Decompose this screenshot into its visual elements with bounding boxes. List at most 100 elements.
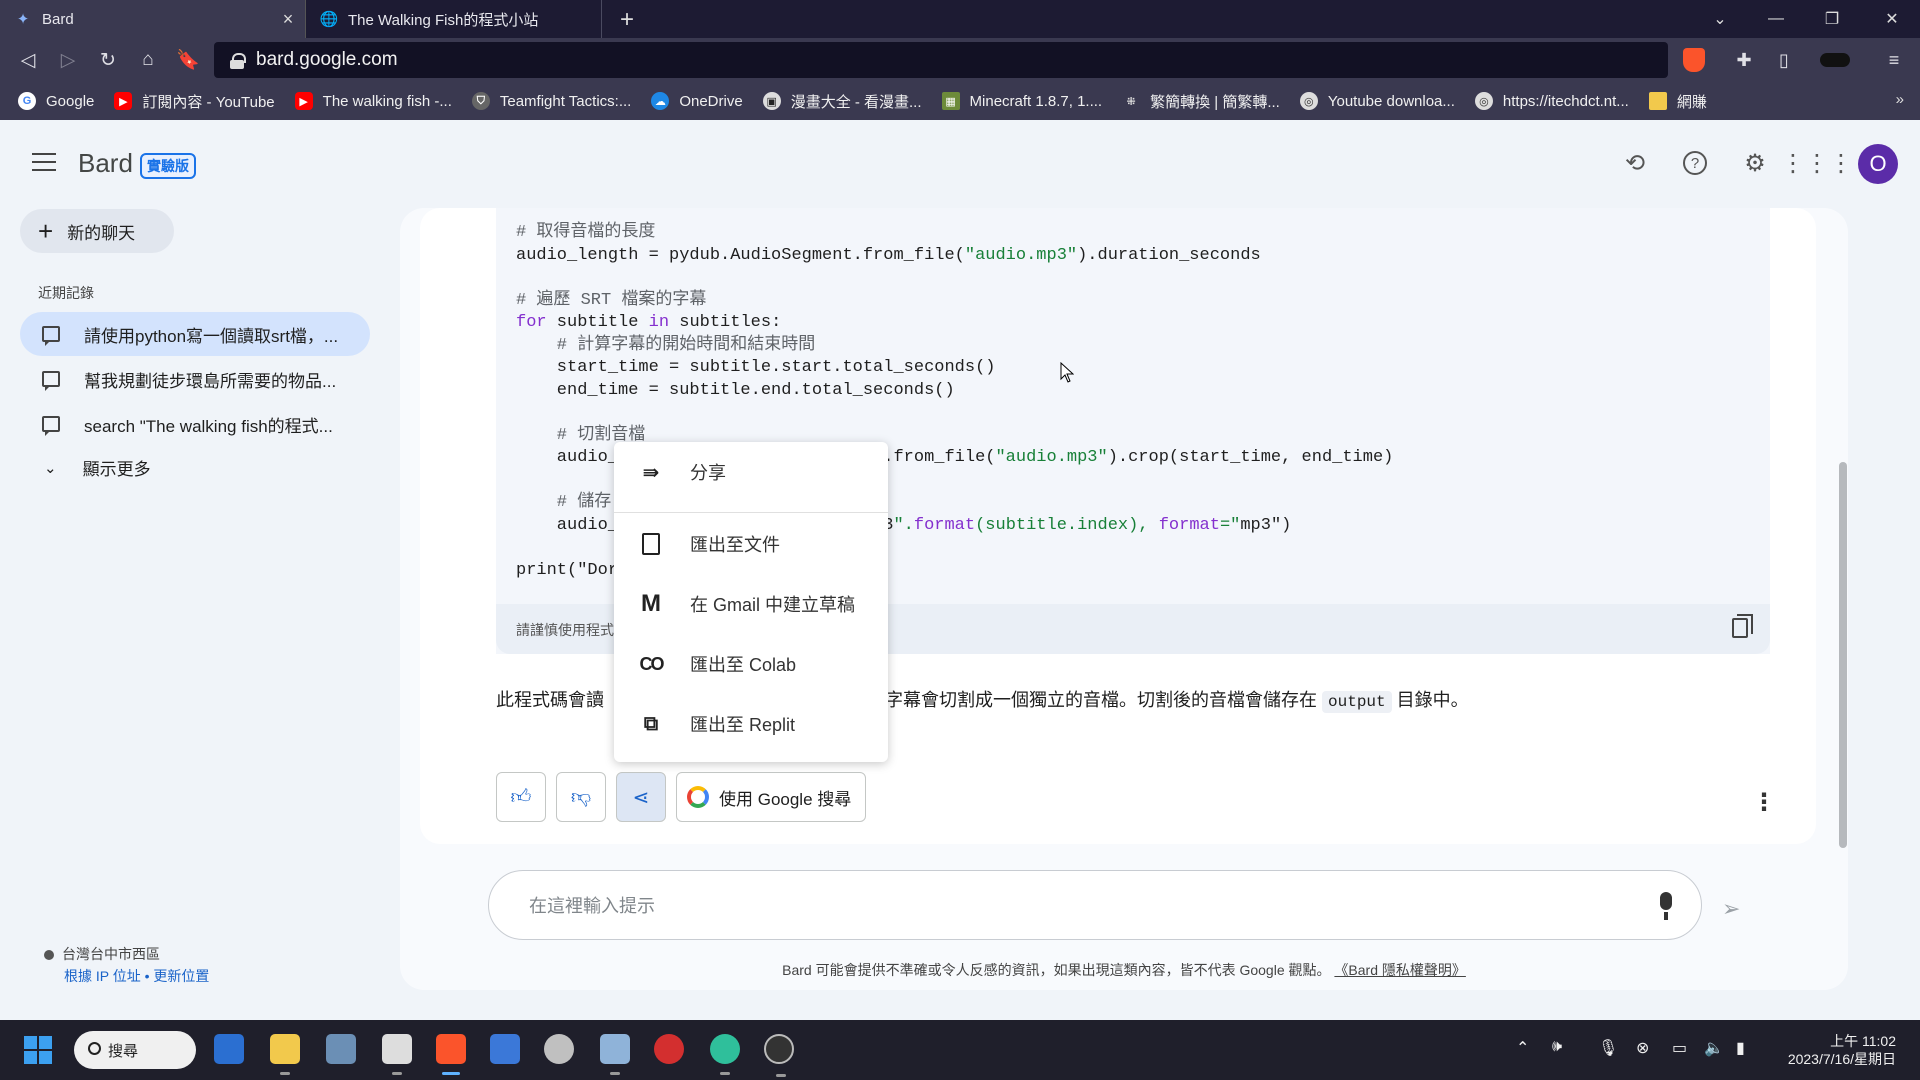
store-app-icon[interactable] — [214, 1034, 244, 1064]
calculator-icon[interactable] — [326, 1034, 356, 1064]
menu-item-gmail-draft[interactable]: M 在 Gmail 中建立草稿 — [614, 574, 888, 634]
send-icon[interactable]: ➢ — [1722, 896, 1740, 922]
bookmark-folder[interactable]: 網賺 — [1648, 91, 1707, 112]
show-more-button[interactable]: ⌄ 顯示更多 — [44, 455, 151, 480]
chat-icon — [42, 371, 60, 391]
help-icon[interactable]: ? — [1680, 148, 1710, 178]
bookmark-icon[interactable]: 🔖 — [168, 48, 208, 72]
menu-item-share[interactable]: ⇛ 分享 — [614, 442, 888, 502]
location-links[interactable]: 根據 IP 位址 • 更新位置 — [64, 965, 209, 987]
share-button[interactable]: ⋖ — [616, 772, 666, 822]
bookmark-label: The walking fish -... — [322, 92, 452, 110]
close-tab-icon[interactable]: × — [277, 9, 299, 30]
bookmark-label: OneDrive — [679, 92, 743, 110]
menu-item-export-colab[interactable]: CO 匯出至 Colab — [614, 634, 888, 694]
menu-item-export-replit[interactable]: ⧉ 匯出至 Replit — [614, 694, 888, 754]
history-item-label: search "The walking fish的程式... — [84, 416, 333, 436]
manga-icon: ▣ — [762, 92, 781, 110]
share-menu: ⇛ 分享 匯出至文件 M 在 Gmail 中建立草稿 CO 匯出至 Colab … — [614, 442, 888, 762]
bookmark-youtube-subs[interactable]: ▶ 訂閱內容 - YouTube — [114, 91, 275, 112]
history-icon[interactable]: ⟲ — [1620, 148, 1650, 178]
globe-icon: ◎ — [1299, 92, 1318, 110]
system-clock[interactable]: 上午 11:02 2023/7/16/星期日 — [1776, 1032, 1896, 1068]
new-tab-icon[interactable]: + — [620, 6, 634, 34]
browser-menu-icon[interactable]: ≡ — [1876, 38, 1912, 82]
sidebar-toggle-icon[interactable]: ▯ — [1766, 38, 1802, 82]
recorder-icon[interactable] — [710, 1034, 740, 1075]
tab-list-chevron-icon[interactable]: ⌄ — [1692, 0, 1748, 38]
history-item-srt[interactable]: 請使用python寫一個讀取srt檔，... — [20, 312, 370, 356]
tab-bard[interactable]: ✦ Bard × — [0, 0, 306, 38]
bookmark-label: Teamfight Tactics:... — [499, 92, 632, 110]
more-options-icon[interactable]: ⋮ — [1752, 788, 1776, 817]
avatar[interactable]: O — [1858, 144, 1898, 184]
bookmark-itechdct[interactable]: ◎ https://itechdct.nt... — [1474, 92, 1629, 110]
microphone-icon[interactable] — [1654, 892, 1678, 920]
network-icon[interactable]: ▭ — [1672, 1038, 1687, 1058]
scrollbar[interactable] — [1839, 462, 1847, 848]
reload-icon[interactable]: ↻ — [88, 49, 128, 72]
bookmark-label: https://itechdct.nt... — [1502, 92, 1629, 110]
notepad-icon[interactable] — [490, 1034, 520, 1064]
restore-icon[interactable]: ❐ — [1804, 0, 1860, 38]
thumbs-up-icon: 👍︎ — [510, 786, 532, 808]
microphone-tray-icon[interactable]: 🎙 — [1598, 1038, 1618, 1058]
shield-icon: ⛉ — [471, 92, 490, 110]
menu-item-label: 在 Gmail 中建立草稿 — [690, 595, 856, 615]
bookmark-label: 漫畫大全 - 看漫畫... — [790, 93, 922, 111]
antivirus-icon[interactable] — [654, 1034, 684, 1064]
wallet-icon[interactable] — [1812, 38, 1858, 82]
google-search-button[interactable]: 使用 Google 搜尋 — [676, 772, 867, 822]
more-bookmarks-icon[interactable]: » — [1896, 91, 1904, 108]
minimize-icon[interactable]: — — [1748, 0, 1804, 38]
obs-icon[interactable] — [764, 1034, 794, 1077]
youtube-icon: ▶ — [294, 92, 313, 110]
tray-chevron-up-icon[interactable]: ⌃ — [1516, 1038, 1529, 1058]
bookmark-teamfight[interactable]: ⛉ Teamfight Tactics:... — [471, 92, 632, 110]
url-field[interactable]: bard.google.com — [214, 42, 1668, 78]
extensions-puzzle-icon[interactable]: ✚ — [1726, 38, 1762, 82]
location-dot-icon — [44, 950, 54, 961]
bookmark-minecraft[interactable]: ▦ Minecraft 1.8.7, 1.... — [941, 92, 1102, 110]
bookmark-manga[interactable]: ▣ 漫畫大全 - 看漫畫... — [762, 91, 922, 112]
paragraph-end: 目錄中。 — [1396, 690, 1469, 710]
menu-icon[interactable] — [32, 153, 56, 173]
file-explorer-icon[interactable] — [270, 1034, 300, 1075]
thumbs-up-button[interactable]: 👍︎ — [496, 772, 546, 822]
taskbar-search[interactable]: 搜尋 — [74, 1031, 196, 1069]
tab-walking-fish[interactable]: 🌐 The Walking Fish的程式小站 — [306, 0, 602, 38]
settings-gear-icon[interactable]: ⚙ — [1740, 148, 1770, 178]
prompt-input[interactable]: 在這裡輸入提示 — [488, 870, 1702, 940]
copy-icon[interactable] — [1732, 614, 1753, 638]
close-circle-icon[interactable]: ⊗ — [1636, 1038, 1649, 1058]
bookmark-onedrive[interactable]: ☁ OneDrive — [651, 92, 743, 110]
bookmark-walking-fish[interactable]: ▶ The walking fish -... — [294, 92, 452, 110]
show-more-label: 顯示更多 — [82, 460, 151, 479]
brave-shield-icon[interactable] — [1676, 38, 1712, 82]
disclaimer-text: Bard 可能會提供不準確或令人反感的資訊，如果出現這類內容，皆不代表 Goog… — [782, 962, 1331, 978]
image-viewer-icon[interactable] — [600, 1034, 630, 1075]
thumbs-down-button[interactable]: 👎︎ — [556, 772, 606, 822]
history-item-travel[interactable]: 幫我規劃徒步環島所需要的物品... — [20, 357, 370, 401]
history-item-search[interactable]: search "The walking fish的程式... — [20, 402, 370, 446]
clock-date: 2023/7/16/星期日 — [1787, 1051, 1896, 1067]
close-window-icon[interactable]: ✕ — [1864, 0, 1920, 38]
privacy-link[interactable]: 《Bard 隱私權聲明》 — [1334, 962, 1465, 978]
back-icon[interactable]: ◁ — [8, 49, 48, 72]
menu-item-export-docs[interactable]: 匯出至文件 — [614, 514, 888, 574]
code-line: for subtitle in subtitles: — [516, 313, 782, 332]
forward-icon[interactable]: ▷ — [48, 49, 88, 72]
bookmark-youtube-download[interactable]: ◎ Youtube downloa... — [1299, 92, 1455, 110]
home-icon[interactable]: ⌂ — [128, 49, 168, 71]
new-chat-button[interactable]: + 新的聊天 — [20, 209, 174, 253]
battery-icon[interactable]: ▮ — [1736, 1038, 1745, 1058]
volume-icon[interactable]: 🔈 — [1704, 1038, 1724, 1058]
brave-browser-icon[interactable] — [436, 1034, 466, 1075]
windows-start-icon[interactable] — [24, 1036, 52, 1064]
audio-device-icon[interactable]: 🕪 — [1552, 1038, 1562, 1056]
apps-grid-icon[interactable]: ⋮⋮⋮ — [1781, 148, 1853, 178]
bookmark-converter[interactable]: ⁜ 繁簡轉換 | 簡繁轉... — [1122, 91, 1279, 112]
bookmark-google[interactable]: G Google — [18, 92, 94, 110]
clock-app-icon[interactable] — [544, 1034, 574, 1064]
video-editor-icon[interactable] — [382, 1034, 412, 1075]
